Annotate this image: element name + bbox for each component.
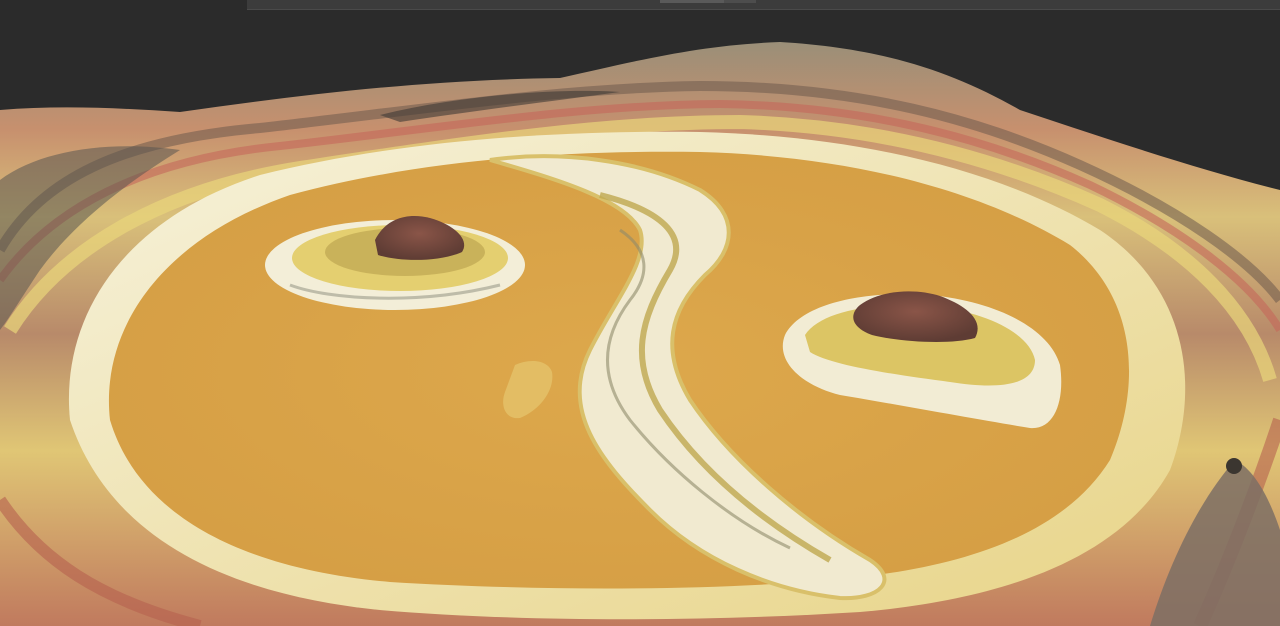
3d-viewport[interactable] bbox=[0, 0, 1280, 626]
cliff-peak-shadow bbox=[1226, 458, 1242, 474]
terrain-render bbox=[0, 42, 1280, 626]
